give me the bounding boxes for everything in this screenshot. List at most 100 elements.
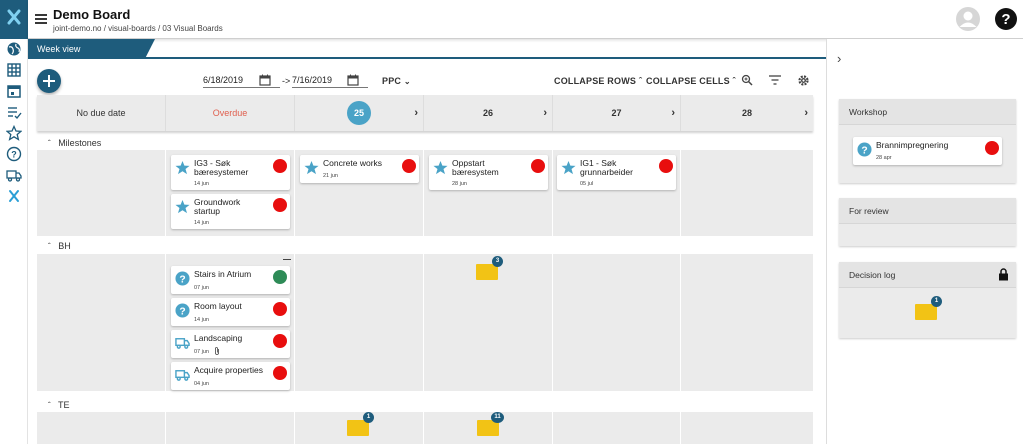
star-icon — [433, 160, 448, 175]
calendar-picker-icon[interactable] — [259, 74, 271, 86]
milestone-card[interactable]: IG3 - Søk bæresystemer 14 jun — [171, 155, 290, 190]
chevron-up-icon: ˆ — [638, 76, 643, 86]
chevron-up-icon: ˆ — [732, 76, 736, 86]
card-date: 04 jun — [194, 381, 209, 387]
calendar-picker-icon[interactable] — [347, 74, 359, 86]
grid-cell[interactable] — [681, 150, 813, 236]
chevron-right-icon[interactable]: › — [671, 107, 675, 119]
collapse-cells-button[interactable]: COLLAPSE CELLS ˆ — [646, 76, 736, 86]
ppc-dropdown[interactable]: PPC ⌄ — [382, 76, 411, 86]
milestone-card[interactable]: Groundwork startup 14 jun — [171, 194, 290, 229]
card-title: Brannimpregnering — [876, 140, 949, 150]
milestone-card[interactable]: IG1 - Søk grunnarbeider 05 jul — [557, 155, 676, 190]
globe-icon[interactable] — [6, 41, 22, 57]
calendar-icon[interactable] — [6, 83, 22, 99]
column-header-row: No due date Overdue 25 › 26 › 27 › 28 › — [37, 95, 813, 131]
right-panel: › Workshop ? Brannimpregnering 28 apr Fo… — [826, 39, 1023, 444]
column-label: No due date — [76, 108, 126, 118]
attachment-icon — [215, 347, 219, 355]
truck-icon — [175, 370, 190, 381]
milestone-card[interactable]: Oppstart bæresystem 28 jun — [429, 155, 548, 190]
grid-cell[interactable] — [553, 412, 681, 444]
task-card[interactable]: Landscaping 07 jun — [171, 330, 290, 358]
chevron-right-icon[interactable]: › — [837, 51, 841, 66]
milestone-card[interactable]: Concrete works 21 jun — [300, 155, 419, 183]
star-icon — [561, 160, 576, 175]
row-label: Milestones — [58, 138, 102, 148]
star-outline-icon[interactable] — [6, 125, 22, 141]
card-title: Room layout — [194, 301, 242, 311]
tab-week-view[interactable]: Week view — [28, 39, 155, 59]
chevron-down-icon: ⌄ — [403, 77, 411, 86]
grid-icon[interactable] — [6, 62, 22, 78]
task-card[interactable]: ? Stairs in Atrium 07 jun — [171, 266, 290, 294]
status-dot-red — [273, 302, 287, 316]
card-date: 07 jun — [194, 285, 209, 291]
star-icon — [175, 199, 190, 214]
chevron-right-icon[interactable]: › — [543, 107, 547, 119]
collapse-chevron-icon: ˆ — [48, 139, 51, 148]
note-stack[interactable]: 1 — [347, 412, 374, 436]
note-stack[interactable]: 11 — [477, 412, 504, 436]
plus-icon — [43, 75, 55, 87]
star-icon — [175, 160, 190, 175]
column-week-26[interactable]: 26 › — [424, 95, 553, 131]
star-icon — [304, 160, 319, 175]
grid-cell[interactable] — [37, 412, 166, 444]
grid-cell[interactable] — [295, 254, 424, 391]
status-dot-red — [985, 141, 999, 155]
column-week-28[interactable]: 28 › — [681, 95, 813, 131]
date-from-value: 6/18/2019 — [203, 75, 244, 85]
chevron-right-icon[interactable]: › — [414, 107, 418, 119]
breadcrumb[interactable]: joint-demo.no / visual-boards / 03 Visua… — [53, 24, 223, 33]
task-card[interactable]: Acquire properties 04 jun — [171, 362, 290, 390]
row-label: BH — [58, 241, 71, 251]
note-stack[interactable]: 3 — [476, 256, 503, 280]
chevron-right-icon[interactable]: › — [804, 107, 808, 119]
help-icon[interactable]: ? — [6, 146, 22, 162]
grid-cell[interactable] — [37, 254, 166, 391]
card-title: Acquire properties — [194, 365, 263, 375]
decision-log-panel: Decision log 1 — [839, 262, 1016, 338]
app-logo[interactable] — [0, 0, 28, 39]
add-button[interactable] — [37, 69, 61, 93]
column-week-27[interactable]: 27 › — [553, 95, 681, 131]
status-dot-red — [659, 159, 673, 173]
column-week-25[interactable]: 25 › — [295, 95, 424, 131]
column-label: 25 — [353, 108, 364, 118]
panel-title: Decision log — [839, 262, 1016, 288]
zoom-icon[interactable] — [741, 74, 753, 86]
minimize-icon[interactable] — [283, 259, 291, 260]
truck-icon[interactable] — [6, 167, 22, 183]
help-circle-icon[interactable]: ? — [994, 7, 1018, 31]
row-milestones-header[interactable]: ˆ Milestones — [48, 138, 101, 148]
column-label: Overdue — [212, 108, 248, 118]
column-overdue: Overdue — [166, 95, 295, 131]
avatar[interactable] — [956, 7, 980, 31]
panel-title: Workshop — [839, 99, 1016, 125]
count-badge: 11 — [491, 412, 504, 423]
task-card[interactable]: ? Room layout 14 jun — [171, 298, 290, 326]
workshop-card[interactable]: ? Brannimpregnering 28 apr — [853, 137, 1002, 165]
status-dot-red — [273, 334, 287, 348]
row-label: TE — [58, 400, 70, 410]
column-label: 26 — [482, 108, 493, 118]
row-te-header[interactable]: ˆ TE — [48, 400, 70, 410]
count-badge: 1 — [363, 412, 374, 423]
grid-cell[interactable] — [681, 412, 813, 444]
for-review-panel: For review — [839, 198, 1016, 246]
filter-icon[interactable] — [769, 75, 781, 85]
grid-cell[interactable] — [37, 150, 166, 236]
note-stack[interactable]: 1 — [915, 296, 942, 320]
grid-cell[interactable] — [553, 254, 681, 391]
checklist-icon[interactable] — [6, 104, 22, 120]
row-bh-header[interactable]: ˆ BH — [48, 241, 71, 251]
collapse-rows-button[interactable]: COLLAPSE ROWS ˆ — [554, 76, 642, 86]
grid-cell[interactable] — [681, 254, 813, 391]
card-title: Concrete works — [323, 158, 383, 168]
x-logo-icon[interactable] — [6, 188, 22, 204]
settings-gear-icon[interactable] — [797, 74, 810, 87]
card-title: Landscaping — [194, 333, 243, 343]
grid-cell[interactable] — [166, 412, 295, 444]
menu-icon[interactable] — [35, 13, 47, 25]
